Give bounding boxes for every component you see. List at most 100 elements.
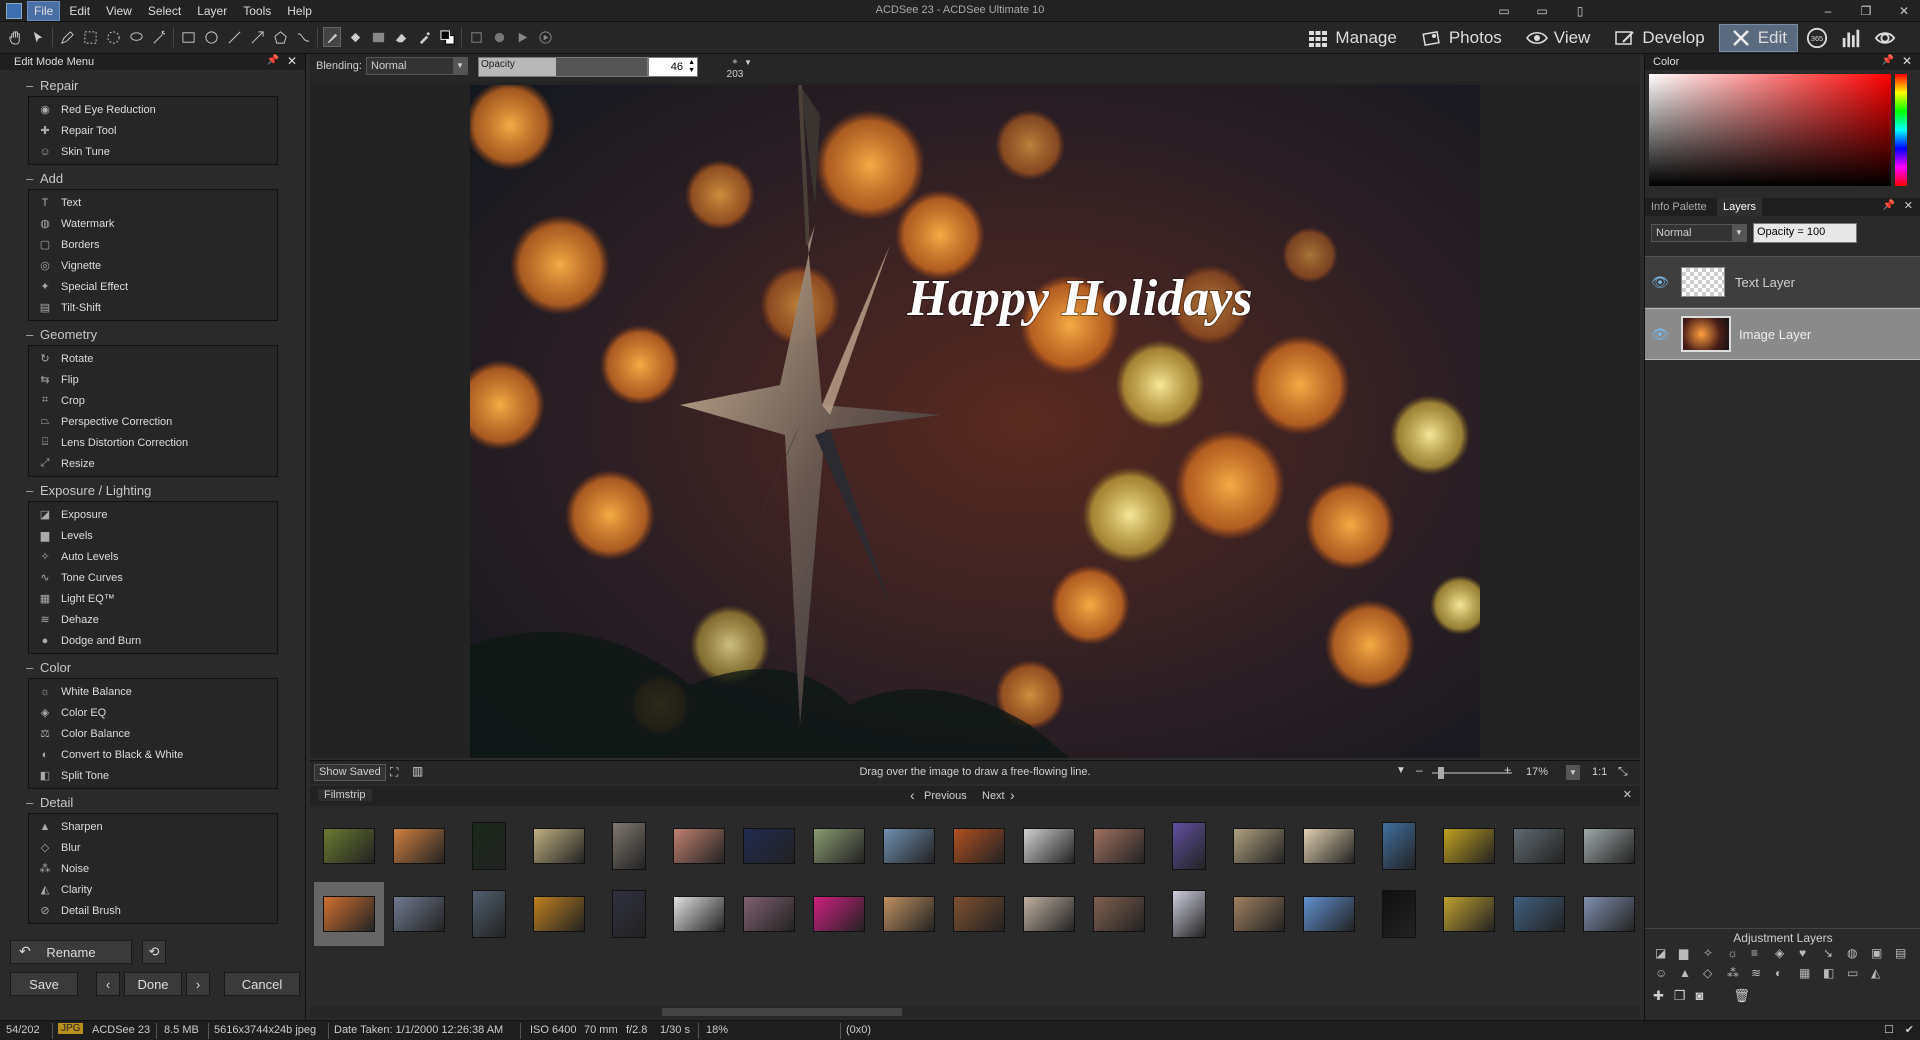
next-link[interactable]: Next [982, 790, 1005, 802]
filmstrip-thumbnail[interactable] [1294, 814, 1364, 878]
filmstrip-thumbnail[interactable] [804, 882, 874, 946]
zoom-slider-handle[interactable] [1438, 767, 1444, 779]
previous-link[interactable]: Previous [924, 790, 967, 802]
pin-icon[interactable]: 📌 [267, 55, 279, 66]
filmstrip-thumbnail[interactable] [1364, 882, 1434, 946]
adjustment-layer-icon[interactable]: ⁂ [1727, 966, 1745, 980]
tool-convert-to-black-white[interactable]: ◐ Convert to Black & White [29, 744, 277, 765]
group-title[interactable]: – Add [26, 165, 305, 189]
check-icon[interactable]: ✔ [1905, 1023, 1914, 1036]
adjustment-layer-icon[interactable]: ▭ [1847, 966, 1865, 980]
layer-opacity-field[interactable]: Opacity = 100 [1753, 223, 1857, 243]
menu-file[interactable]: File [26, 1, 61, 21]
zoom-slider[interactable] [1432, 772, 1512, 774]
histogram-icon[interactable]: ▥ [412, 764, 423, 778]
tab-info-palette[interactable]: Info Palette [1651, 201, 1707, 213]
365-button[interactable]: 365 [1802, 24, 1832, 52]
marquee-icon[interactable] [81, 27, 99, 47]
filmstrip-thumbnail[interactable] [1504, 882, 1574, 946]
filmstrip-thumbnail[interactable] [874, 814, 944, 878]
tool-auto-levels[interactable]: ✧ Auto Levels [29, 546, 277, 567]
group-title[interactable]: – Repair [26, 72, 305, 96]
tool-split-tone[interactable]: ◧ Split Tone [29, 765, 277, 786]
filmstrip-thumbnail[interactable] [874, 882, 944, 946]
delete-layer-icon[interactable]: 🗑 [1733, 988, 1750, 1004]
adjustment-layer-icon[interactable]: ≡ [1751, 946, 1769, 960]
pencil-icon[interactable] [58, 27, 76, 47]
adjustment-layer-icon[interactable]: ✧ [1703, 946, 1721, 960]
layout-2-icon[interactable]: ▭ [1532, 2, 1552, 20]
menu-view[interactable]: View [100, 2, 138, 20]
tool-noise[interactable]: ⁂ Noise [29, 858, 277, 879]
record-icon[interactable] [490, 27, 508, 47]
close-layers-icon[interactable]: ✕ [1904, 199, 1913, 212]
adjustment-layer-icon[interactable]: ☺ [1655, 966, 1673, 980]
zoom-out-icon[interactable]: – [1416, 763, 1423, 777]
adjustment-layer-icon[interactable]: ◧ [1823, 966, 1841, 980]
menu-tools[interactable]: Tools [237, 2, 277, 20]
tool-borders[interactable]: ▢ Borders [29, 234, 277, 255]
tool-light-eq-[interactable]: ▦ Light EQ™ [29, 588, 277, 609]
visibility-eye-icon[interactable]: 👁 [1645, 274, 1675, 291]
adjustment-layer-icon[interactable]: ◈ [1775, 946, 1793, 960]
mode-manage[interactable]: Manage [1297, 24, 1406, 52]
opacity-slider[interactable]: Opacity [478, 57, 648, 77]
filmstrip-thumbnail[interactable] [454, 882, 524, 946]
group-title[interactable]: – Detail [26, 789, 305, 813]
pin-icon[interactable]: 📌 [1882, 55, 1894, 66]
hue-slider[interactable] [1895, 74, 1907, 186]
tool-clarity[interactable]: ◭ Clarity [29, 879, 277, 900]
adjustment-layer-icon[interactable]: ▦ [1799, 966, 1817, 980]
color-swatch-icon[interactable] [438, 27, 456, 47]
mask-icon[interactable]: ◙ [1696, 988, 1704, 1004]
filmstrip-thumbnail[interactable] [594, 882, 664, 946]
filmstrip-thumbnail[interactable] [734, 882, 804, 946]
ellipse-icon[interactable] [202, 27, 220, 47]
tool-dodge-and-burn[interactable]: ● Dodge and Burn [29, 630, 277, 651]
add-layer-icon[interactable]: ✚ [1653, 988, 1664, 1004]
restore-icon[interactable]: ❐ [1856, 2, 1876, 20]
tool-watermark[interactable]: ◍ Watermark [29, 213, 277, 234]
tool-lens-distortion-correction[interactable]: ⌸ Lens Distortion Correction [29, 432, 277, 453]
mode-edit[interactable]: Edit [1718, 24, 1798, 52]
filmstrip-tab[interactable]: Filmstrip [318, 789, 372, 801]
filmstrip-thumbnail[interactable] [1154, 814, 1224, 878]
tool-text[interactable]: T Text [29, 192, 277, 213]
tool-vignette[interactable]: ◎ Vignette [29, 255, 277, 276]
filmstrip-thumbnail[interactable] [1574, 882, 1644, 946]
filmstrip-thumbnail[interactable] [314, 814, 384, 878]
tab-layers[interactable]: Layers [1717, 198, 1763, 216]
rectangle-icon[interactable] [179, 27, 197, 47]
filmstrip-thumbnail[interactable] [944, 814, 1014, 878]
filmstrip-thumbnail[interactable] [664, 814, 734, 878]
filmstrip-thumbnail[interactable] [1014, 814, 1084, 878]
layer-blend-select[interactable]: Normal ▼ [1651, 224, 1747, 242]
fit-icon[interactable]: ⤡ [1618, 764, 1628, 779]
group-title[interactable]: – Geometry [26, 321, 305, 345]
layout-3-icon[interactable]: ▯ [1570, 2, 1590, 20]
tool-flip[interactable]: ⇆ Flip [29, 369, 277, 390]
collapse-icon[interactable]: – [26, 795, 40, 810]
pin-icon[interactable]: 📌 [1883, 200, 1895, 211]
filmstrip-thumbnail[interactable] [1434, 814, 1504, 878]
save-button[interactable]: Save [10, 972, 78, 996]
cancel-button[interactable]: Cancel [224, 972, 300, 996]
collapse-icon[interactable]: – [26, 660, 40, 675]
tool-special-effect[interactable]: ✦ Special Effect [29, 276, 277, 297]
blending-select[interactable]: Normal ▼ [366, 57, 468, 75]
eraser-icon[interactable] [392, 27, 410, 47]
arrow-icon[interactable] [248, 27, 266, 47]
group-title[interactable]: – Color [26, 654, 305, 678]
rename-button[interactable]: ↶ Rename [10, 940, 132, 964]
brush-dropdown-icon[interactable]: ▼ [744, 58, 752, 67]
tool-blur[interactable]: ◇ Blur [29, 837, 277, 858]
collapse-icon[interactable]: – [26, 171, 40, 186]
close-window-icon[interactable]: ✕ [1894, 2, 1914, 20]
tool-repair-tool[interactable]: ✚ Repair Tool [29, 120, 277, 141]
adjustment-layer-icon[interactable]: ▤ [1895, 946, 1913, 960]
freehand-icon[interactable] [104, 27, 122, 47]
tool-color-balance[interactable]: ⚖ Color Balance [29, 723, 277, 744]
filmstrip-thumbnail[interactable] [1014, 882, 1084, 946]
hand-tool-icon[interactable] [6, 27, 24, 47]
show-saved-button[interactable]: Show Saved [314, 764, 386, 781]
